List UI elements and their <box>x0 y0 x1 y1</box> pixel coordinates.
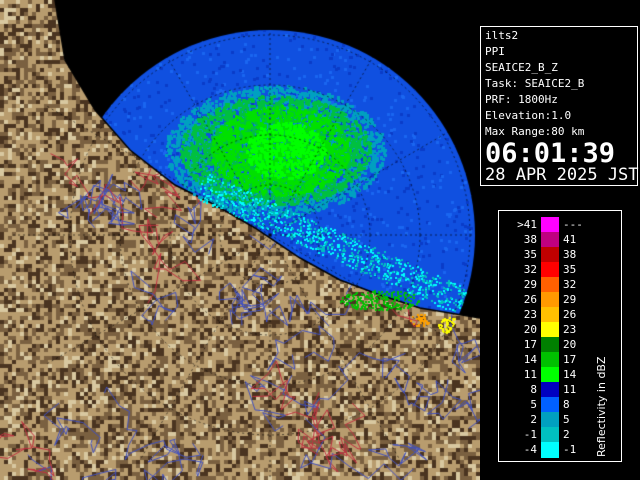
scale-swatch <box>541 367 559 383</box>
prf-value: PRF: 1800Hz <box>485 93 558 106</box>
site-name: ilts2 <box>485 29 519 42</box>
scale-label-low: >41 <box>517 218 537 231</box>
scale-swatch <box>541 322 559 338</box>
scale-label-low: 14 <box>523 353 537 366</box>
scale-label-high: 5 <box>563 413 570 426</box>
scale-swatch <box>541 232 559 248</box>
scale-swatch <box>541 307 559 323</box>
product-name: SEAICE2_B_Z <box>485 61 558 74</box>
scale-label-low: 26 <box>523 293 537 306</box>
scale-label-low: 17 <box>523 338 537 351</box>
scale-label-high: 20 <box>563 338 577 351</box>
max-range-value: Max Range:80 km <box>485 125 585 138</box>
scale-label-low: 38 <box>523 233 537 246</box>
scale-label-low: 5 <box>530 398 537 411</box>
scale-swatch <box>541 292 559 308</box>
scale-label-high: 29 <box>563 293 577 306</box>
scale-label-high: -1 <box>563 443 577 456</box>
scale-swatch <box>541 262 559 278</box>
radar-info-panel: ilts2 PPI SEAICE2_B_Z Task: SEAICE2_B PR… <box>480 26 639 186</box>
scale-label-high: 14 <box>563 368 577 381</box>
scale-label-low: 23 <box>523 308 537 321</box>
scan-date: 28 APR 2025 JST <box>485 165 639 185</box>
scale-swatch <box>541 217 559 233</box>
scale-label-low: 11 <box>523 368 537 381</box>
scale-swatch <box>541 442 559 458</box>
scale-label-high: 23 <box>563 323 577 336</box>
scale-swatch <box>541 382 559 398</box>
task-name: Task: SEAICE2_B <box>485 77 585 90</box>
scale-swatch <box>541 412 559 428</box>
scale-swatch <box>541 247 559 263</box>
scale-label-high: 11 <box>563 383 577 396</box>
scale-label-low: 8 <box>530 383 537 396</box>
scale-label-high: 38 <box>563 248 577 261</box>
scale-title: Reflectivity in dBZ <box>595 356 608 457</box>
scale-swatch <box>541 427 559 443</box>
scale-label-low: 2 <box>530 413 537 426</box>
elevation-value: Elevation:1.0 <box>485 109 572 122</box>
scale-swatch <box>541 337 559 353</box>
scale-label-high: 17 <box>563 353 577 366</box>
scale-label-low: 20 <box>523 323 537 336</box>
color-scale-legend: Reflectivity in dBZ >41 --- 38 41 35 38 32 35 29… <box>498 210 622 462</box>
scale-label-high: 26 <box>563 308 577 321</box>
scale-label-high: 41 <box>563 233 577 246</box>
scale-label-high: 2 <box>563 428 570 441</box>
scale-label-high: --- <box>563 218 583 231</box>
scale-label-high: 35 <box>563 263 577 276</box>
scale-swatch <box>541 397 559 413</box>
scale-label-low: -4 <box>523 443 537 456</box>
radar-ppi-display <box>0 0 480 480</box>
scale-label-low: 32 <box>523 263 537 276</box>
scale-swatch <box>541 277 559 293</box>
scale-label-low: 35 <box>523 248 537 261</box>
scan-mode: PPI <box>485 45 505 58</box>
scale-label-high: 32 <box>563 278 577 291</box>
scale-label-high: 8 <box>563 398 570 411</box>
scale-label-low: -1 <box>523 428 537 441</box>
scale-label-low: 29 <box>523 278 537 291</box>
scale-swatch <box>541 352 559 368</box>
